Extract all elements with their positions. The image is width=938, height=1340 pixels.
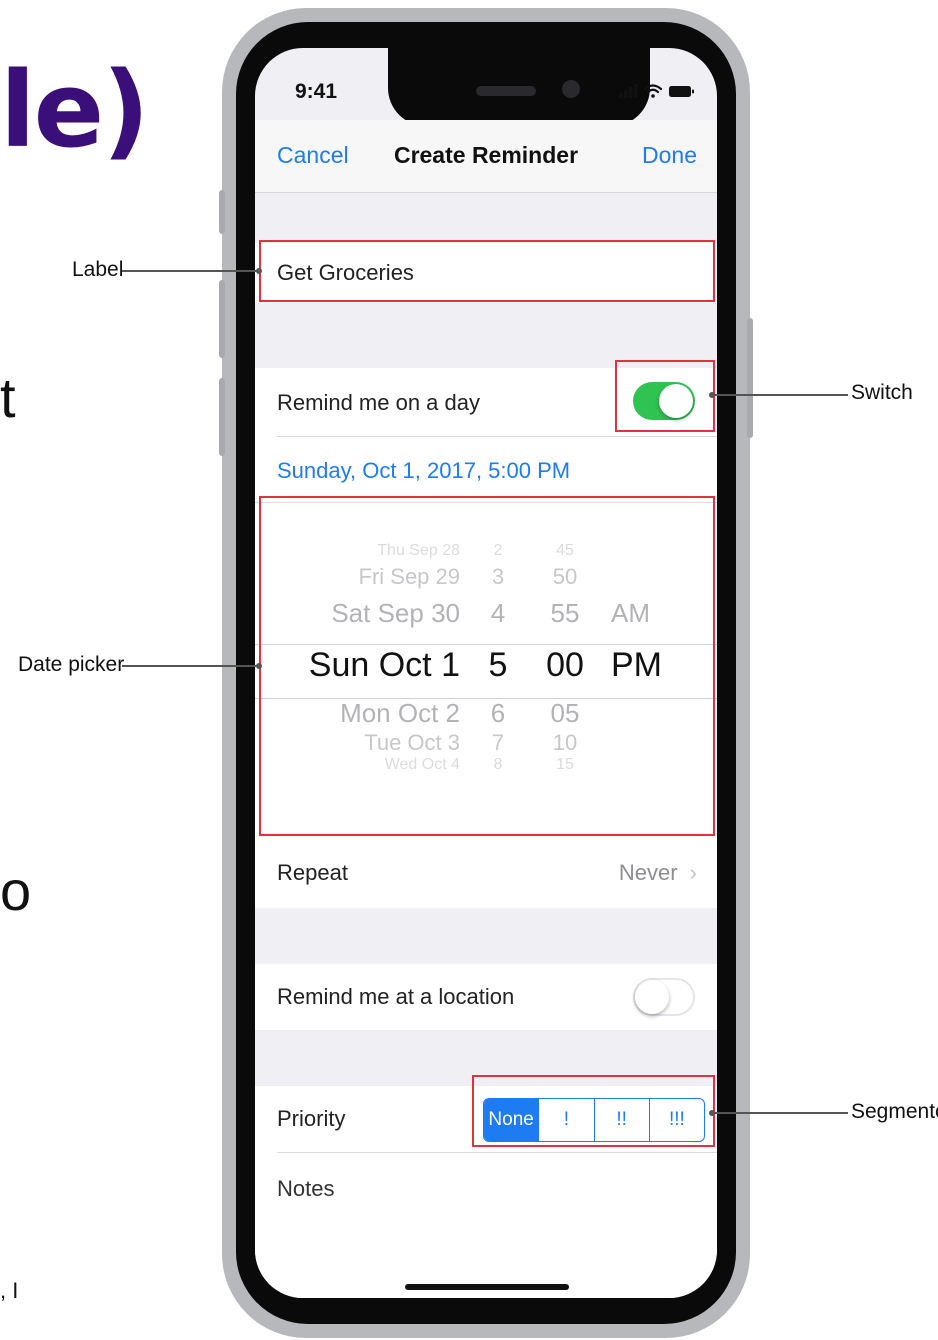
signal-icon: [619, 84, 638, 98]
slide-text-fragment-o: o: [0, 859, 32, 922]
remind-location-label: Remind me at a location: [277, 984, 515, 1009]
status-icons: [619, 82, 699, 100]
annotation-segmented-dot: [709, 1110, 715, 1116]
remind-day-label: Remind me on a day: [277, 390, 480, 415]
front-camera: [562, 80, 580, 98]
notes-field[interactable]: Notes: [277, 1176, 334, 1202]
cancel-button[interactable]: Cancel: [277, 142, 349, 169]
chevron-right-icon: ›: [689, 860, 697, 885]
annotation-segmented-line: [712, 1112, 848, 1114]
wifi-icon: [643, 84, 663, 98]
silent-switch: [219, 190, 225, 234]
annotation-label-line: [122, 270, 259, 272]
switch-knob: [635, 980, 669, 1014]
annotation-label-dot: [256, 268, 262, 274]
repeat-value-text: Never: [618, 860, 678, 885]
switch-highlight-box: [615, 360, 715, 432]
priority-label: Priority: [277, 1106, 346, 1131]
date-picker-highlight-box: [259, 496, 715, 836]
segmented-highlight-box: [472, 1075, 715, 1147]
selected-date-text[interactable]: Sunday, Oct 1, 2017, 5:00 PM: [277, 458, 570, 484]
annotation-label: Label: [72, 258, 124, 281]
annotation-switch-line: [712, 394, 848, 396]
battery-icon: [669, 86, 694, 97]
annotation-date-picker-dot: [256, 663, 262, 669]
remind-location-switch[interactable]: [633, 978, 695, 1016]
annotation-switch-dot: [709, 392, 715, 398]
home-indicator[interactable]: [405, 1284, 569, 1290]
volume-up-button: [219, 280, 225, 358]
status-time: 9:41: [295, 80, 338, 103]
separator: [277, 436, 717, 437]
separator: [277, 1152, 717, 1153]
repeat-label[interactable]: Repeat: [277, 860, 348, 886]
repeat-value[interactable]: Never ›: [619, 860, 697, 886]
notch: [388, 48, 650, 126]
annotation-segmented: Segmente: [851, 1100, 938, 1123]
side-button: [747, 318, 753, 438]
remind-location-cell: Remind me at a location: [255, 964, 717, 1030]
speaker: [476, 86, 536, 96]
done-button[interactable]: Done: [642, 142, 697, 169]
annotation-switch: Switch: [851, 381, 913, 404]
volume-down-button: [219, 378, 225, 456]
label-highlight-box: [259, 240, 715, 302]
navigation-bar: Create Reminder Cancel Done: [255, 120, 717, 193]
slide-footer-fragment: , I: [0, 1278, 19, 1303]
annotation-date-picker: Date picker: [18, 653, 125, 676]
slide-text-fragment-t: t: [0, 366, 16, 429]
slide-title-fragment: le): [0, 49, 150, 171]
annotation-date-picker-line: [122, 665, 259, 667]
